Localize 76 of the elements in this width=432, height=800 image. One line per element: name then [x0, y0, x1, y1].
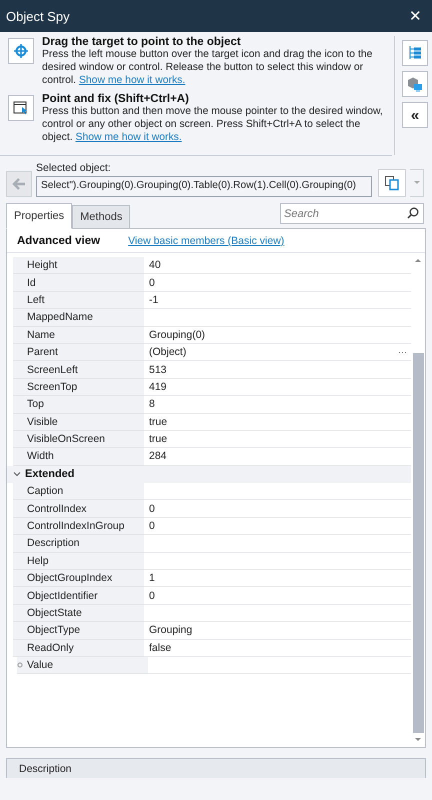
property-name: Description	[13, 535, 144, 553]
property-name: Help	[13, 552, 144, 570]
category-header[interactable]: Extended	[7, 466, 411, 484]
property-name: ReadOnly	[13, 640, 144, 657]
help-link[interactable]: Show me how it works.	[78, 75, 186, 86]
property-name: VisibleOnScreen	[13, 430, 144, 448]
property-name: Caption	[13, 483, 144, 500]
crosshair-icon	[14, 44, 28, 58]
copy-button[interactable]	[378, 169, 406, 197]
property-value: -1	[144, 292, 411, 310]
back-button[interactable]	[6, 171, 32, 197]
property-name: ControlIndex	[13, 500, 144, 518]
property-name: ObjectIdentifier	[13, 587, 144, 605]
property-value: 0	[144, 518, 411, 536]
help-link[interactable]: Show me how it works.	[76, 132, 182, 143]
tree-view-button[interactable]	[402, 40, 428, 66]
tab[interactable]: Properties	[6, 203, 72, 229]
selected-object-field[interactable]: Select").Grouping(0).Grouping(0).Table(0).Row(1).Cell(0).Grouping(0)	[36, 176, 372, 197]
caret-icon	[414, 181, 420, 185]
property-name: Height	[13, 257, 144, 274]
property-name: ObjectGroupIndex	[13, 570, 144, 588]
property-name: ScreenTop	[13, 378, 144, 396]
property-value: 0	[144, 500, 411, 518]
instruction-text: Press this button and then move the mouse pointer to the desired window, control or any other object on screen. Press Shift+Ctrl+A to select the object. Show me how it works.	[42, 105, 384, 144]
expand-dot-icon	[17, 662, 23, 668]
property-value: (Object) ···	[144, 344, 411, 362]
property-name: Value	[17, 656, 148, 674]
instruction-text: Press the left mouse button over the target icon and drag the icon to the desired window or control. Release the button to select this window or control. Show me how it works.	[42, 48, 374, 87]
property-value: true	[144, 414, 411, 431]
window-title: Object Spy	[6, 8, 70, 24]
property-value: false	[144, 640, 411, 657]
property-name: Top	[13, 396, 144, 414]
scroll-down-icon	[415, 738, 421, 742]
property-value: 8	[144, 396, 411, 414]
tree-icon	[408, 45, 422, 61]
property-value: 513	[144, 361, 411, 379]
search-icon	[407, 207, 419, 219]
selected-object-label: Selected object:	[36, 162, 112, 174]
cube-monitor-icon	[407, 76, 423, 92]
property-value: 419	[144, 378, 411, 396]
point-button[interactable]	[8, 95, 34, 121]
property-value: Grouping(0)	[144, 326, 411, 344]
property-name: ControlIndexInGroup	[13, 518, 144, 536]
instruction-title: Drag the target to point to the object	[42, 36, 242, 48]
search-field[interactable]: Search	[280, 203, 424, 224]
property-value: 0	[144, 274, 411, 292]
copy-icon	[384, 175, 400, 191]
property-name: Parent	[13, 344, 144, 362]
property-name: Name	[13, 326, 144, 344]
property-value: 0	[144, 587, 411, 605]
property-name: MappedName	[13, 309, 144, 327]
view-title: Advanced view	[17, 234, 100, 246]
property-name: ObjectType	[13, 622, 144, 640]
property-name: Width	[13, 448, 144, 466]
property-name: ObjectState	[13, 604, 144, 622]
property-value: 40	[144, 257, 411, 274]
description-label: Description	[19, 762, 72, 774]
tab[interactable]: Methods	[72, 205, 130, 229]
target-button[interactable]	[8, 38, 34, 64]
scroll-thumb[interactable]	[413, 353, 424, 733]
property-name: Left	[13, 292, 144, 310]
basic-view-link[interactable]: View basic members (Basic view)	[128, 234, 284, 246]
scroll-up-icon	[415, 258, 421, 262]
property-name: ScreenLeft	[13, 361, 144, 379]
property-name: Visible	[13, 414, 144, 431]
back-arrow-icon	[12, 178, 26, 190]
instruction-title: Point and fix (Shift+Ctrl+A)	[42, 93, 190, 105]
property-name: Id	[13, 274, 144, 292]
collapse-button[interactable]: «	[402, 102, 428, 128]
close-button[interactable]: ✕	[409, 7, 422, 25]
window-cursor-icon	[13, 100, 29, 116]
object-button[interactable]	[402, 71, 428, 97]
property-value: Grouping	[144, 622, 411, 640]
browse-button[interactable]: ···	[394, 347, 411, 358]
property-value: true	[144, 430, 411, 448]
property-value: 1	[144, 570, 411, 588]
